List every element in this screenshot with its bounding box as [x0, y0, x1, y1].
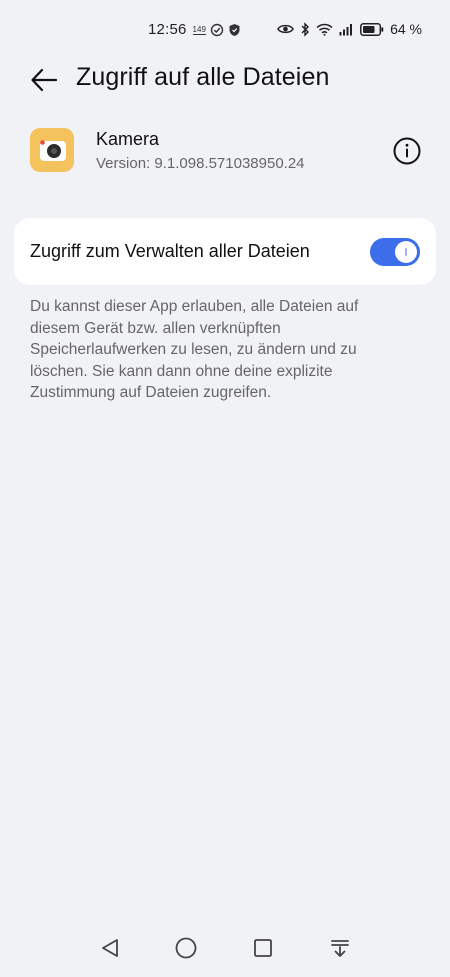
home-circle-icon	[175, 937, 197, 959]
status-bar-left: 12:56 149	[148, 21, 241, 38]
app-bar: Zugriff auf alle Dateien	[0, 58, 450, 102]
nav-home-button[interactable]	[173, 935, 199, 961]
battery-icon	[360, 22, 384, 36]
battery-percent: 64 %	[390, 21, 422, 37]
recents-square-icon	[254, 939, 272, 957]
check-circle-icon	[210, 23, 224, 37]
back-button[interactable]	[28, 64, 60, 96]
screen: 12:56 149 64 % Zugriff auf alle Dateien …	[0, 0, 450, 977]
status-bar-right: 64 %	[277, 21, 422, 37]
status-badge: 149	[192, 24, 206, 35]
setting-description: Du kannst dieser App erlauben, alle Date…	[30, 298, 359, 401]
info-icon	[393, 137, 421, 165]
arrow-left-icon	[31, 68, 58, 92]
back-triangle-icon	[102, 939, 118, 957]
nav-notification-button[interactable]	[327, 935, 353, 961]
wifi-icon	[316, 23, 333, 36]
signal-icon	[339, 23, 354, 36]
app-version: Version: 9.1.098.571038950.24	[96, 155, 305, 172]
app-info-button[interactable]	[392, 136, 422, 166]
nav-back-button[interactable]	[97, 935, 123, 961]
toggle-knob	[395, 241, 417, 263]
page-title: Zugriff auf alle Dateien	[76, 63, 330, 91]
shield-icon	[228, 23, 241, 37]
nav-recents-button[interactable]	[250, 935, 276, 961]
setting-label: Zugriff zum Verwalten aller Dateien	[30, 241, 310, 261]
camera-app-icon	[30, 128, 74, 172]
eye-icon	[277, 23, 294, 35]
app-name: Kamera	[96, 129, 160, 149]
notification-pull-icon	[331, 940, 349, 957]
manage-all-files-toggle[interactable]	[370, 238, 420, 266]
bluetooth-icon	[300, 21, 310, 37]
setting-card: Zugriff zum Verwalten aller Dateien	[14, 218, 436, 285]
navigation-bar	[0, 925, 450, 977]
status-bar: 12:56 149 64 %	[0, 0, 450, 62]
app-info: Kamera Version: 9.1.098.571038950.24	[0, 124, 450, 180]
status-time: 12:56	[148, 21, 187, 38]
